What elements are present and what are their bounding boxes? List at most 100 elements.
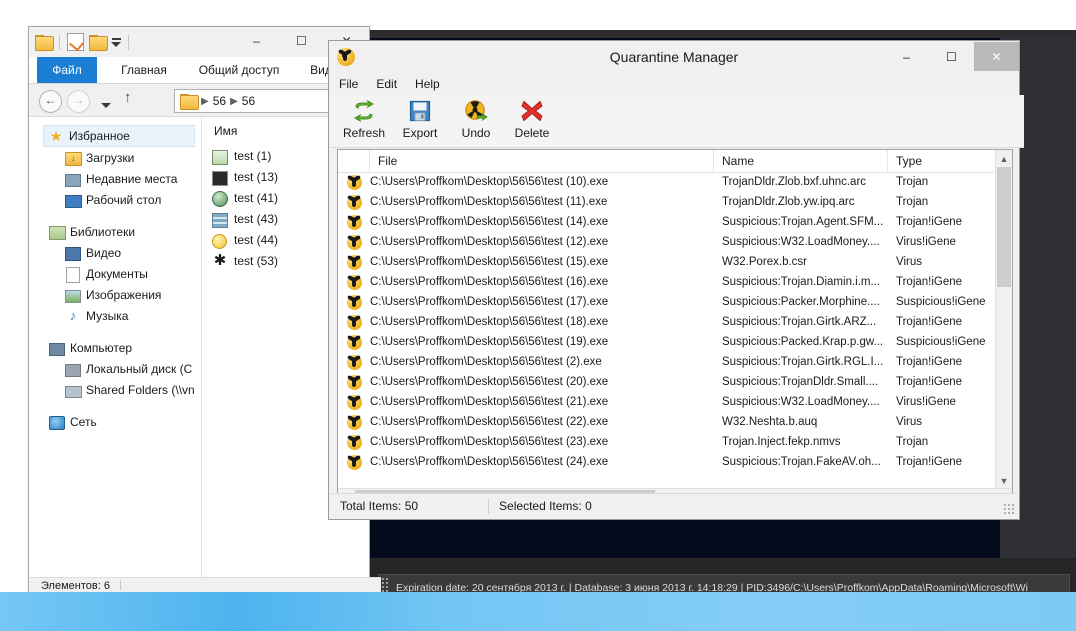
export-button[interactable]: Export (392, 97, 448, 140)
sidebar-item-documents[interactable]: Документы (29, 263, 201, 284)
explorer-address-bar[interactable]: ← → ↑ ▶ 56 ▶ 56 (29, 84, 369, 116)
sidebar-item-computer[interactable]: Компьютер (29, 337, 201, 358)
table-row[interactable]: C:\Users\Proffkom\Desktop\56\56\test (22… (338, 412, 996, 432)
table-row[interactable]: C:\Users\Proffkom\Desktop\56\56\test (24… (338, 452, 996, 472)
minimize-button[interactable]: – (884, 42, 929, 71)
sidebar-item-label: Загрузки (86, 150, 135, 165)
cell-file: C:\Users\Proffkom\Desktop\56\56\test (24… (370, 456, 609, 468)
new-folder-icon[interactable] (89, 35, 108, 51)
asterisk-app-icon: ✱ (213, 251, 227, 269)
cell-name: Suspicious:Trojan.Girtk.RGL.I... (722, 356, 884, 368)
undo-button[interactable]: Undo (448, 97, 504, 140)
sidebar-item-local-disk[interactable]: Локальный диск (C (29, 358, 201, 379)
table-row[interactable]: C:\Users\Proffkom\Desktop\56\56\test (23… (338, 432, 996, 452)
video-icon (65, 245, 81, 261)
explorer-minimize-button[interactable]: – (234, 27, 279, 55)
tab-share[interactable]: Общий доступ (185, 57, 293, 83)
recent-locations-icon[interactable] (101, 95, 111, 113)
sidebar-item-libraries[interactable]: Библиотеки (29, 221, 201, 242)
table-row[interactable]: C:\Users\Proffkom\Desktop\56\56\test (14… (338, 212, 996, 232)
stack-app-icon (212, 211, 228, 228)
sidebar-item-label: Музыка (86, 308, 129, 323)
sidebar-item-network[interactable]: Сеть (29, 411, 201, 432)
folder-icon[interactable] (35, 35, 54, 51)
table-row[interactable]: C:\Users\Proffkom\Desktop\56\56\test (16… (338, 272, 996, 292)
vertical-scroll-thumb[interactable] (997, 167, 1011, 287)
table-row[interactable]: C:\Users\Proffkom\Desktop\56\56\test (10… (338, 172, 996, 192)
radiation-icon (338, 214, 370, 230)
table-row[interactable]: C:\Users\Proffkom\Desktop\56\56\test (11… (338, 192, 996, 212)
cell-file: C:\Users\Proffkom\Desktop\56\56\test (11… (370, 196, 608, 208)
quarantine-list-view[interactable]: File Name Type C:\Users\Proffkom\Desktop… (337, 149, 1013, 506)
quarantine-menubar[interactable]: File Edit Help (330, 73, 1018, 96)
table-row[interactable]: C:\Users\Proffkom\Desktop\56\56\test (15… (338, 252, 996, 272)
quarantine-manager-window[interactable]: Quarantine Manager – ☐ ✕ File Edit Help … (328, 40, 1024, 520)
explorer-titlebar[interactable]: – ☐ ✕ (29, 27, 369, 57)
tab-home[interactable]: Главная (107, 57, 181, 83)
cell-file: C:\Users\Proffkom\Desktop\56\56\test (2)… (370, 356, 602, 368)
cell-file: C:\Users\Proffkom\Desktop\56\56\test (10… (370, 176, 609, 188)
menu-help[interactable]: Help (406, 73, 449, 95)
quarantine-window-controls[interactable]: – ☐ ✕ (884, 42, 1019, 71)
explorer-navigation-pane[interactable]: ★ Избранное ↓ Загрузки Недавние места Ра… (29, 117, 202, 578)
resize-grip-icon[interactable] (1003, 503, 1015, 515)
table-row[interactable]: C:\Users\Proffkom\Desktop\56\56\test (19… (338, 332, 996, 352)
table-row[interactable]: C:\Users\Proffkom\Desktop\56\56\test (17… (338, 292, 996, 312)
radiation-icon (338, 434, 370, 450)
desktop-background: PROCESS VIEWER 5 9084 ACTIVATOR ★ REGIST… (0, 0, 1076, 631)
back-button[interactable]: ← (39, 90, 62, 113)
cell-file: C:\Users\Proffkom\Desktop\56\56\test (14… (370, 216, 609, 228)
explorer-ribbon-tabs[interactable]: Файл Главная Общий доступ Вид (29, 57, 369, 83)
cell-file: C:\Users\Proffkom\Desktop\56\56\test (23… (370, 436, 609, 448)
breadcrumb-segment-1[interactable]: 56 (213, 94, 226, 108)
quarantine-titlebar[interactable]: Quarantine Manager – ☐ ✕ (329, 41, 1019, 73)
scroll-up-icon[interactable]: ▲ (996, 150, 1012, 167)
total-items-label: Total Items: 50 (340, 499, 419, 513)
tab-file[interactable]: Файл (37, 57, 97, 83)
quick-access-toolbar[interactable] (35, 31, 131, 53)
sidebar-item-video[interactable]: Видео (29, 242, 201, 263)
explorer-item-count: Элементов: 6 (41, 580, 110, 592)
quarantine-toolbar[interactable]: Refresh Export Undo Delete (330, 95, 1024, 148)
refresh-button[interactable]: Refresh (336, 97, 392, 140)
downloads-icon: ↓ (65, 150, 82, 166)
sidebar-item-shared-folders[interactable]: Shared Folders (\\vn (29, 379, 201, 400)
column-header-type[interactable]: Type (888, 150, 996, 172)
menu-edit[interactable]: Edit (367, 73, 406, 95)
column-header-file[interactable]: File (370, 150, 714, 172)
cell-name: Suspicious:Trojan.Girtk.ARZ... (722, 316, 877, 328)
radiation-icon (338, 254, 370, 270)
floppy-save-icon (409, 97, 431, 125)
table-row[interactable]: C:\Users\Proffkom\Desktop\56\56\test (2)… (338, 352, 996, 372)
list-column-headers[interactable]: File Name Type (338, 150, 996, 173)
table-row[interactable]: C:\Users\Proffkom\Desktop\56\56\test (18… (338, 312, 996, 332)
breadcrumb-segment-2[interactable]: 56 (242, 94, 255, 108)
black-square-icon (212, 169, 228, 186)
sidebar-item-recent-places[interactable]: Недавние места (29, 168, 201, 189)
forward-button[interactable]: → (67, 90, 90, 113)
folder-icon-address (180, 94, 199, 110)
scroll-down-icon[interactable]: ▼ (996, 472, 1012, 489)
sidebar-item-music[interactable]: ♪ Музыка (29, 305, 201, 326)
menu-file[interactable]: File (330, 73, 367, 95)
column-header-name[interactable]: Name (714, 150, 888, 172)
sidebar-item-pictures[interactable]: Изображения (29, 284, 201, 305)
cell-type: Trojan (896, 436, 929, 448)
maximize-button[interactable]: ☐ (929, 42, 974, 71)
table-row[interactable]: C:\Users\Proffkom\Desktop\56\56\test (21… (338, 392, 996, 412)
table-row[interactable]: C:\Users\Proffkom\Desktop\56\56\test (12… (338, 232, 996, 252)
explorer-maximize-button[interactable]: ☐ (279, 27, 324, 55)
delete-button[interactable]: Delete (504, 97, 560, 140)
table-row[interactable]: C:\Users\Proffkom\Desktop\56\56\test (20… (338, 372, 996, 392)
list-rows-container[interactable]: C:\Users\Proffkom\Desktop\56\56\test (10… (338, 172, 996, 490)
sidebar-item-favorites[interactable]: ★ Избранное (43, 125, 195, 147)
customize-dropdown-icon[interactable] (111, 37, 121, 47)
up-button[interactable]: ↑ (124, 89, 132, 106)
explorer-window[interactable]: – ☐ ✕ Файл Главная Общий доступ Вид ← → … (28, 26, 381, 594)
vertical-scrollbar[interactable]: ▲ ▼ (995, 150, 1012, 489)
sidebar-item-desktop[interactable]: Рабочий стол (29, 189, 201, 210)
sidebar-item-downloads[interactable]: ↓ Загрузки (29, 147, 201, 168)
properties-icon[interactable] (67, 33, 84, 51)
cell-type: Virus!iGene (896, 396, 956, 408)
close-button[interactable]: ✕ (974, 42, 1019, 71)
